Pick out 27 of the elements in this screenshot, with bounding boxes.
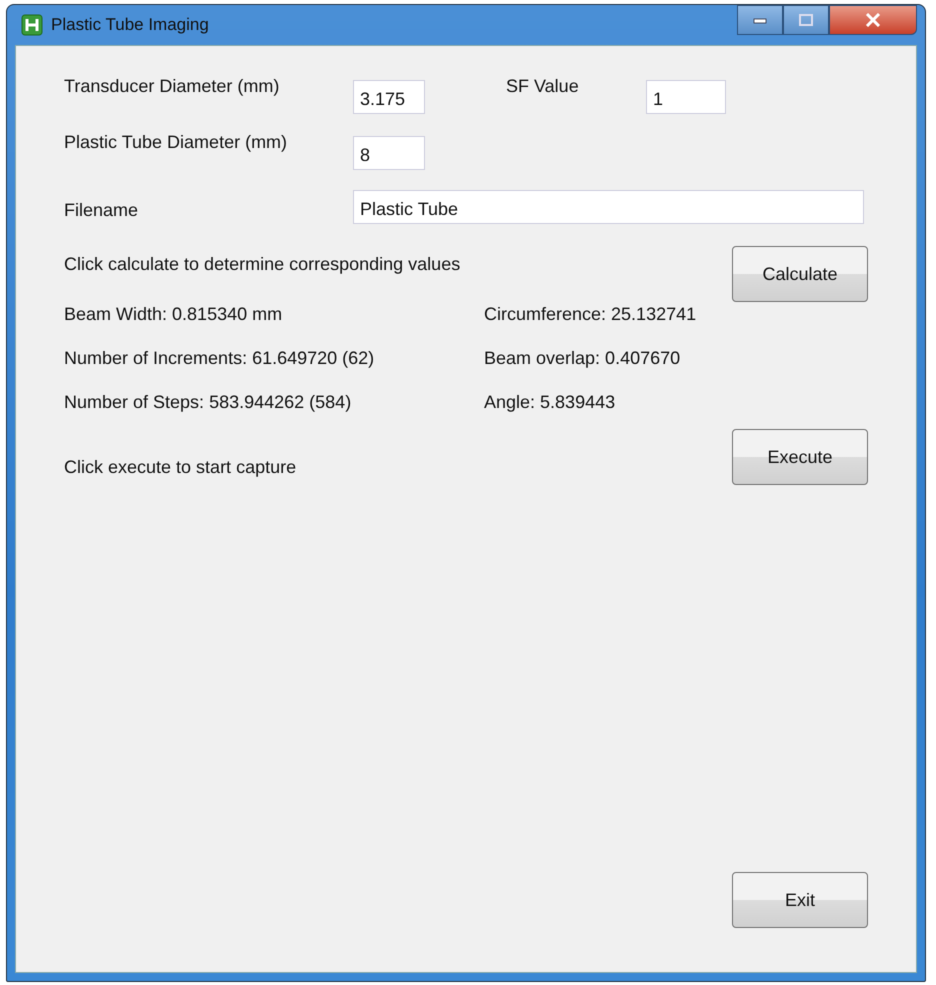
- result-text: Number of Steps: 583.944262 (584): [64, 392, 352, 413]
- result-text: Beam Width: 0.815340 mm: [64, 304, 284, 325]
- input-field[interactable]: 3.175: [353, 80, 425, 114]
- field-label: Plastic Tube Diameter (mm): [64, 132, 288, 153]
- field-label: Filename: [64, 200, 140, 221]
- result-text: Circumference: 25.132741: [484, 304, 696, 325]
- execute-button[interactable]: Execute: [732, 429, 868, 485]
- input-field[interactable]: 8: [353, 136, 425, 170]
- window-title: Plastic Tube Imaging: [51, 15, 209, 35]
- calculate-button[interactable]: Calculate: [732, 246, 868, 302]
- instruction-text: Click execute to start capture: [64, 456, 298, 478]
- close-button[interactable]: [829, 5, 917, 35]
- result-text: Number of Increments: 61.649720 (62): [64, 348, 376, 369]
- field-label: Transducer Diameter (mm): [64, 76, 280, 97]
- close-icon: [865, 13, 881, 27]
- field-label: SF Value: [506, 76, 580, 97]
- maximize-button[interactable]: [783, 5, 829, 35]
- result-text: Beam overlap: 0.407670: [484, 348, 680, 369]
- input-field[interactable]: 1: [646, 80, 726, 114]
- minimize-button[interactable]: [737, 5, 783, 35]
- app-icon: [21, 14, 43, 36]
- minimize-icon: [753, 16, 767, 24]
- exit-button[interactable]: Exit: [732, 872, 868, 928]
- maximize-icon: [799, 14, 813, 26]
- input-field[interactable]: Plastic Tube: [353, 190, 864, 224]
- instruction-text: Click calculate to determine corresponding values: [64, 254, 462, 275]
- result-text: Angle: 5.839443: [484, 392, 616, 413]
